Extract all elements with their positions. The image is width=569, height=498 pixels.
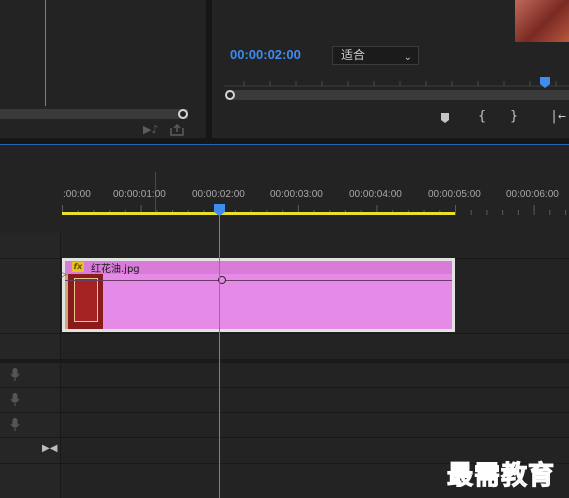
ruler-label: 00:00:02:00 <box>192 189 245 200</box>
program-scrub-bar[interactable] <box>226 90 569 100</box>
time-ruler[interactable]: :00:00 00:00:01:00 00:00:02:00 00:00:03:… <box>0 185 569 205</box>
video-clip[interactable]: fx 红花油.jpg ▷ <box>60 258 455 332</box>
insert-icon[interactable]: ▶♪ <box>143 123 158 136</box>
program-monitor-panel: 00:00:02:00 适合 ⌄ { } |← <box>212 0 569 138</box>
track-header <box>0 334 61 359</box>
audio-track-a2[interactable] <box>0 388 569 413</box>
microphone-icon[interactable] <box>10 418 20 432</box>
work-area-bar[interactable] <box>62 212 455 215</box>
ruler-label: 00:00:03:00 <box>270 189 323 200</box>
fit-dropdown[interactable]: 适合 ⌄ <box>332 46 419 65</box>
ruler-label: 00:00:01:00 <box>113 189 166 200</box>
mark-out-icon[interactable]: } <box>505 109 523 124</box>
video-track-v2[interactable] <box>0 233 569 259</box>
ruler-label: 00:00:04:00 <box>349 189 402 200</box>
master-volume-icon[interactable]: ▶◀ <box>42 443 57 454</box>
timeline-playhead-line[interactable] <box>219 214 220 498</box>
track-spacer <box>0 334 569 360</box>
program-timecode[interactable]: 00:00:02:00 <box>230 47 320 62</box>
clip-start-edge[interactable]: ▷ <box>60 270 67 280</box>
program-zoom-handle[interactable] <box>225 90 235 100</box>
track-header[interactable] <box>0 388 61 412</box>
audio-track-a3[interactable] <box>0 413 569 438</box>
clip-thumbnail <box>65 274 103 329</box>
fit-dropdown-value: 适合 <box>341 48 366 62</box>
track-header[interactable] <box>0 233 61 258</box>
ruler-label: 00:00:05:00 <box>428 189 481 200</box>
go-to-in-icon[interactable]: |← <box>548 109 568 124</box>
track-header[interactable] <box>0 413 61 437</box>
microphone-icon[interactable] <box>10 393 20 407</box>
timeline-panel: :00:00 00:00:01:00 00:00:02:00 00:00:03:… <box>0 145 569 498</box>
clip-body[interactable]: fx 红花油.jpg <box>65 261 452 329</box>
audio-track-a1[interactable] <box>0 363 569 388</box>
microphone-icon[interactable] <box>10 368 20 382</box>
program-video-frame <box>515 0 569 42</box>
export-frame-icon[interactable] <box>170 121 184 136</box>
program-mini-ruler[interactable] <box>224 76 569 90</box>
source-zoom-handle[interactable] <box>178 109 188 119</box>
ruler-label: 00:00:06:00 <box>506 189 559 200</box>
source-scrub-bar[interactable] <box>0 109 188 119</box>
mark-in-icon[interactable]: { <box>473 109 491 124</box>
chevron-down-icon: ⌄ <box>403 52 412 63</box>
clip-name: 红花油.jpg <box>91 264 140 275</box>
track-header[interactable] <box>0 363 61 387</box>
ruler-ticks <box>62 205 567 215</box>
track-header <box>0 464 61 498</box>
source-monitor-panel: ▶♪ <box>0 0 206 138</box>
track-header[interactable] <box>0 259 61 333</box>
fx-badge-icon[interactable]: fx <box>72 262 84 272</box>
track-header[interactable]: ▶◀ <box>0 438 61 463</box>
clip-title-bar: fx 红花油.jpg <box>65 261 452 275</box>
ruler-label: :00:00 <box>63 189 91 200</box>
program-playhead-marker[interactable] <box>539 75 550 88</box>
watermark-logo: 最需教育 <box>446 461 556 492</box>
clip-thumbnail-label <box>74 278 98 322</box>
source-playhead-line[interactable] <box>45 0 46 106</box>
add-marker-icon[interactable] <box>436 112 454 128</box>
opacity-rubber-band[interactable] <box>65 280 452 281</box>
